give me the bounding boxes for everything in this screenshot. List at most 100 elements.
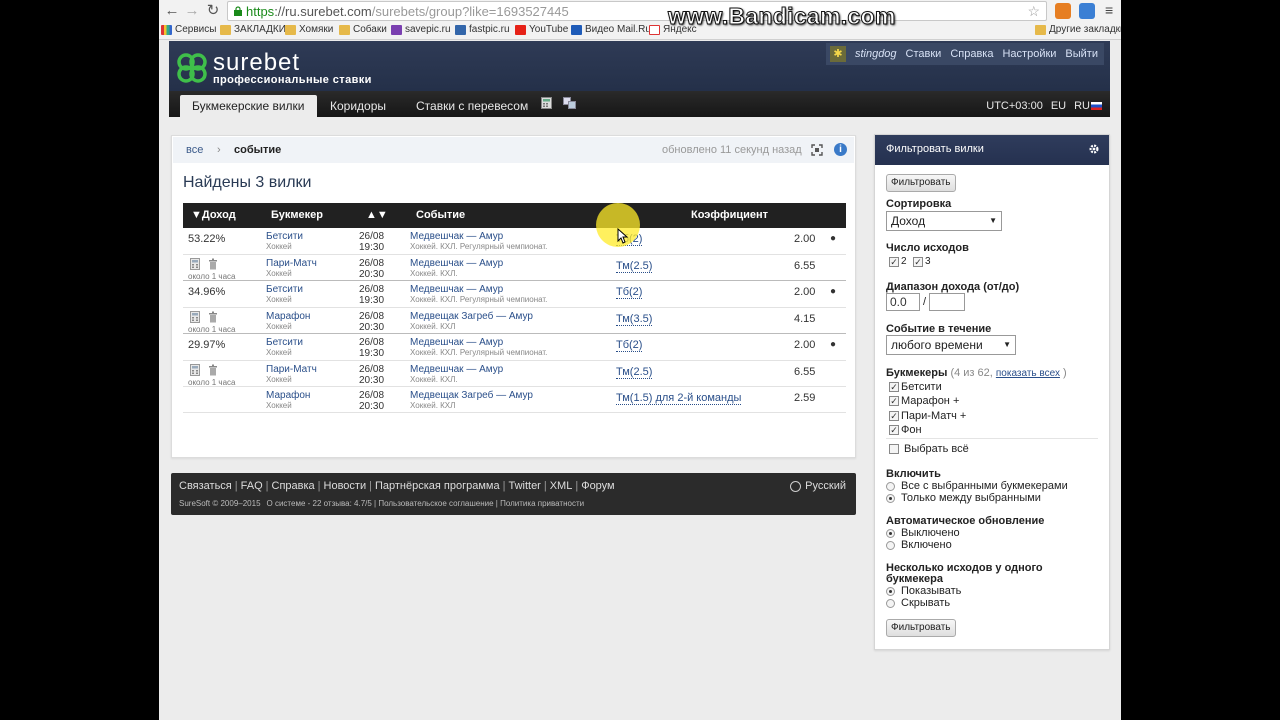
tab-valuebets[interactable]: Ставки с перевесом	[416, 95, 528, 117]
include-option-between[interactable]: Только между выбранными	[886, 492, 1041, 504]
username[interactable]: stingdog	[855, 48, 897, 60]
bookmaker-checkbox-parimatch[interactable]: ✓ Пари-Матч +	[889, 410, 966, 422]
tab-surebets[interactable]: Букмекерские вилки	[180, 95, 317, 117]
table-row[interactable]: 29.97% Бетсити Хоккей 26/08 19:30 Медвешча…	[183, 334, 846, 360]
user-menu-help[interactable]: Справка	[950, 48, 993, 60]
back-icon[interactable]: ←	[163, 2, 181, 20]
bookmaker-checkbox-betcity[interactable]: ✓ Бетсити	[889, 381, 942, 393]
coefficient-value[interactable]: 2.00	[794, 286, 815, 298]
footer-link-xml[interactable]: XML	[550, 480, 573, 492]
bookmark-folder[interactable]: Собаки	[339, 24, 387, 35]
market-link[interactable]: Тм(2.5)	[616, 366, 653, 379]
column-date-sort[interactable]: ▲▼	[366, 209, 388, 221]
event-cell[interactable]: Медвешчак — Амур Хоккей. КХЛ. Регулярный …	[410, 284, 547, 304]
coefficient-value[interactable]: 2.59	[794, 392, 815, 404]
footer-link-faq[interactable]: FAQ	[241, 480, 263, 492]
bookmark-folder[interactable]: Хомяки	[285, 24, 333, 35]
market-link[interactable]: Тб(2)	[616, 339, 643, 352]
trash-icon[interactable]	[208, 258, 218, 270]
bookmark-folder[interactable]: ЗАКЛАДКИ	[220, 24, 286, 35]
multi-outcomes-show[interactable]: Показывать	[886, 585, 961, 597]
footer-language[interactable]: Русский	[790, 480, 846, 492]
bookmaker-cell[interactable]: Марафон Хоккей	[266, 390, 310, 410]
footer-link-help[interactable]: Справка	[272, 480, 315, 492]
outcomes-2-checkbox[interactable]: ✓ 2	[889, 256, 907, 267]
footer-link-contact[interactable]: Связаться	[179, 480, 232, 492]
fullscreen-icon[interactable]	[811, 144, 823, 156]
extension-icon[interactable]	[1055, 3, 1071, 19]
footer-link-forum[interactable]: Форум	[581, 480, 614, 492]
other-bookmarks-folder[interactable]: Другие закладки	[1035, 24, 1121, 35]
profit-from-input[interactable]: 0.0	[886, 293, 920, 311]
browser-menu-icon[interactable]: ≡	[1105, 2, 1113, 18]
table-row[interactable]: около 1 часа Пари-Матч Хоккей 26/08 20:30 …	[183, 254, 846, 281]
bookmark-item[interactable]: fastpic.ru	[455, 24, 510, 35]
calculator-icon[interactable]	[190, 311, 200, 323]
select-all-checkbox[interactable]: Выбрать всё	[889, 443, 969, 455]
column-profit[interactable]: ▼Доход	[191, 209, 236, 221]
clover-logo-icon[interactable]	[175, 51, 209, 85]
coefficient-value[interactable]: 6.55	[794, 260, 815, 272]
info-icon[interactable]: i	[834, 143, 847, 156]
bookmark-item[interactable]: savepic.ru	[391, 24, 451, 35]
sort-select[interactable]: Доход ▼	[886, 211, 1002, 231]
bookmaker-cell[interactable]: Марафон Хоккей	[266, 311, 310, 331]
filter-button-bottom[interactable]: Фильтровать	[886, 619, 956, 637]
table-row[interactable]: 53.22% Бетсити Хоккей 26/08 19:30 Медвешча…	[183, 228, 846, 254]
show-all-link[interactable]: показать всех	[996, 368, 1060, 379]
event-cell[interactable]: Медвешчак — Амур Хоккей. КХЛ.	[410, 258, 503, 278]
extension-icon[interactable]	[1079, 3, 1095, 19]
trash-icon[interactable]	[208, 364, 218, 376]
region-selector[interactable]: EU	[1051, 95, 1066, 117]
footer-link-news[interactable]: Новости	[324, 480, 367, 492]
filter-button-top[interactable]: Фильтровать	[886, 174, 956, 192]
footer-legal-links[interactable]: О системе - 22 отзыва: 4.7/5 | Пользоват…	[267, 499, 585, 508]
event-cell[interactable]: Медвещак Загреб — Амур Хоккей. КХЛ	[410, 311, 533, 331]
bookmaker-cell[interactable]: Пари-Матч Хоккей	[266, 364, 317, 384]
coefficient-value[interactable]: 6.55	[794, 366, 815, 378]
calculator-icon[interactable]	[190, 258, 200, 270]
event-cell[interactable]: Медвешчак — Амур Хоккей. КХЛ. Регулярный …	[410, 231, 547, 251]
gear-icon[interactable]	[1088, 143, 1100, 155]
trash-icon[interactable]	[208, 311, 218, 323]
table-row[interactable]: около 1 часа Марафон Хоккей 26/08 20:30 Ме…	[183, 307, 846, 334]
footer-link-affiliate[interactable]: Партнёрская программа	[375, 480, 500, 492]
calculator-icon[interactable]	[541, 97, 552, 109]
forward-icon[interactable]: →	[183, 2, 201, 20]
language-selector[interactable]: RU	[1074, 95, 1102, 117]
user-menu-bets[interactable]: Ставки	[906, 48, 942, 60]
avatar[interactable]: ✱	[829, 46, 846, 62]
logo-name[interactable]: surebet	[213, 49, 300, 77]
column-coefficient[interactable]: Коэффициент	[691, 209, 768, 221]
tab-middles[interactable]: Коридоры	[330, 95, 386, 117]
outcomes-3-checkbox[interactable]: ✓ 3	[913, 256, 931, 267]
market-link[interactable]: Тб(2)	[616, 286, 643, 299]
column-bookmaker[interactable]: Букмекер	[271, 209, 323, 221]
timezone-selector[interactable]: UTC+03:00	[986, 95, 1043, 117]
market-link[interactable]: Тм(1.5) для 2-й команды	[616, 392, 742, 405]
bookmaker-cell[interactable]: Бетсити Хоккей	[266, 337, 303, 357]
coefficient-value[interactable]: 2.00	[794, 339, 815, 351]
bookmaker-checkbox-marathon[interactable]: ✓ Марафон +	[889, 395, 959, 407]
multi-outcomes-hide[interactable]: Скрывать	[886, 597, 950, 609]
user-menu-logout[interactable]: Выйти	[1065, 48, 1098, 60]
bookmark-item[interactable]: Сервисы	[161, 24, 216, 35]
coefficient-value[interactable]: 2.00	[794, 233, 815, 245]
table-row[interactable]: около 1 часа Пари-Матч Хоккей 26/08 20:30 …	[183, 360, 846, 387]
reload-icon[interactable]: ↻	[204, 2, 222, 20]
address-bar[interactable]: https://ru.surebet.com/surebets/group?li…	[227, 1, 1047, 21]
bookmaker-cell[interactable]: Пари-Матч Хоккей	[266, 258, 317, 278]
calculator-icon[interactable]	[190, 364, 200, 376]
market-link[interactable]: Тм(2.5)	[616, 260, 653, 273]
coefficient-value[interactable]: 4.15	[794, 313, 815, 325]
market-link[interactable]: Тм(3.5)	[616, 313, 653, 326]
bookmark-item[interactable]: YouTube	[515, 24, 568, 35]
footer-link-twitter[interactable]: Twitter	[508, 480, 540, 492]
profit-to-input[interactable]	[929, 293, 965, 311]
auto-refresh-on[interactable]: Включено	[886, 539, 952, 551]
translate-icon[interactable]	[563, 97, 576, 109]
table-row[interactable]: 34.96% Бетсити Хоккей 26/08 19:30 Медвешча…	[183, 281, 846, 307]
bookmaker-cell[interactable]: Бетсити Хоккей	[266, 231, 303, 251]
period-select[interactable]: любого времени ▼	[886, 335, 1016, 355]
bookmaker-checkbox-fonbet[interactable]: ✓ Фон	[889, 424, 922, 436]
